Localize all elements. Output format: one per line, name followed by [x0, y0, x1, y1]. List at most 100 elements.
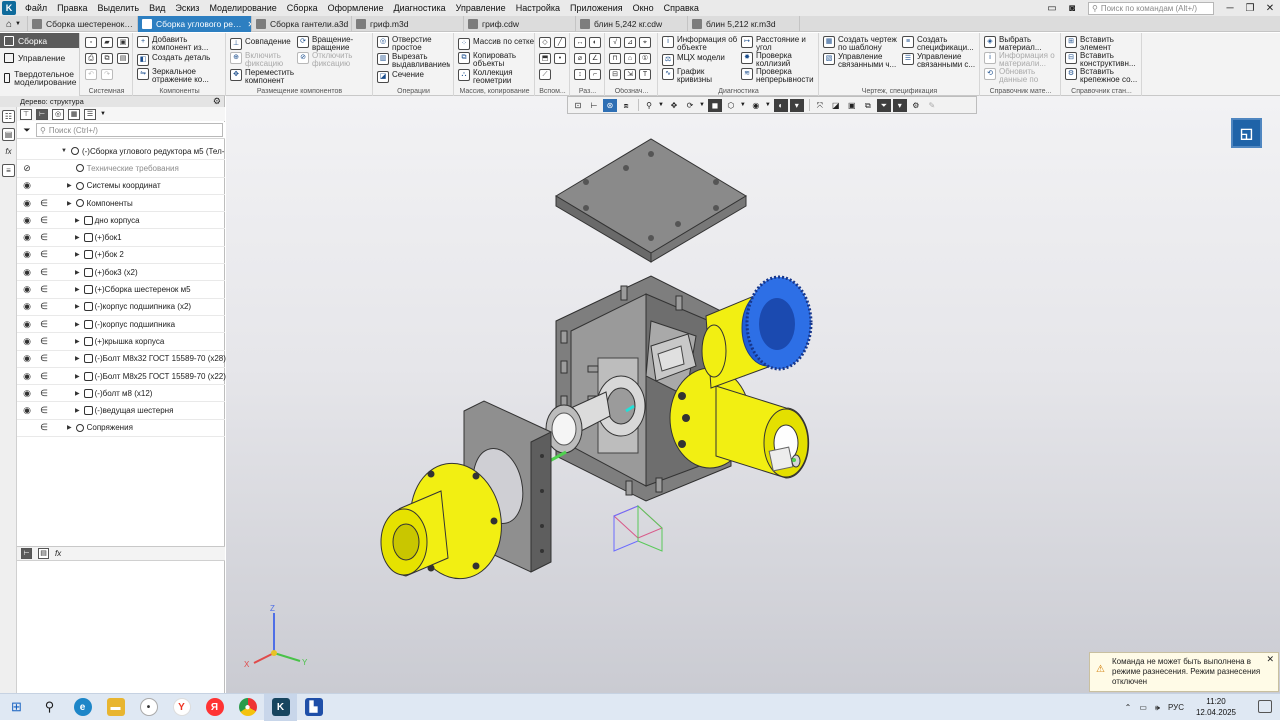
chevron-right-icon[interactable]: ▶	[75, 269, 80, 276]
search-button[interactable]: ⚲	[33, 694, 66, 721]
tab-document[interactable]: Сборка гантели.a3d	[252, 16, 352, 32]
command-search-input[interactable]: ⚲ Поиск по командам (Alt+/)	[1088, 1, 1214, 15]
nav-solid-modeling[interactable]: Твердотельное моделирование	[0, 67, 79, 89]
menu-modeling[interactable]: Моделирование	[204, 3, 281, 13]
axis-icon[interactable]: ╱	[554, 37, 566, 48]
notifications-icon[interactable]	[1258, 700, 1272, 713]
eye-icon[interactable]: ◉	[22, 319, 32, 330]
arrow-view-icon[interactable]: ⇲	[624, 69, 636, 80]
tree-row[interactable]: ◉ ∈ ▶ (-)корпус подшипника	[17, 316, 225, 334]
tree-search-input[interactable]: ⚲ Поиск (Ctrl+/)	[36, 123, 223, 137]
eye-icon[interactable]: ◉	[22, 388, 32, 399]
menu-icon[interactable]: ≡	[2, 164, 15, 177]
disable-fix-button[interactable]: ⊘ Отключить фиксацию	[297, 52, 371, 68]
include-icon[interactable]: ∈	[39, 249, 49, 260]
tab-document[interactable]: гриф.m3d	[352, 16, 464, 32]
tab-document[interactable]: блин 5,212 кг.m3d	[688, 16, 800, 32]
taskbar-edge[interactable]: e	[66, 694, 99, 721]
menu-control[interactable]: Управление	[451, 3, 511, 13]
include-icon[interactable]: ∈	[39, 336, 49, 347]
chevron-down-icon[interactable]: ▼	[61, 148, 67, 154]
print-icon[interactable]: ⎙	[85, 53, 97, 64]
plane-icon[interactable]: ◇	[539, 37, 551, 48]
text-icon[interactable]: T	[639, 69, 651, 80]
tree-row[interactable]: ◉ ▶ Системы координат	[17, 178, 225, 195]
tree-row[interactable]: ◉ ∈ ▶ (+)Сборка шестеренок м5	[17, 281, 225, 299]
chevron-right-icon[interactable]: ▶	[67, 182, 72, 189]
tree-row[interactable]: ◉ ∈ ▶ (+)бок1	[17, 229, 225, 247]
tree-row[interactable]: ◉ ∈ ▶ (-)ведущая шестерня	[17, 402, 225, 420]
weld-icon[interactable]: ⊓	[609, 53, 621, 64]
eye-icon[interactable]: ◉	[22, 249, 32, 260]
taskbar-chrome[interactable]: ●	[231, 694, 264, 721]
roughness-icon[interactable]: √	[609, 37, 621, 48]
eye-icon[interactable]: ◉	[22, 371, 32, 382]
tab-document-active[interactable]: Сборка углового ре…✕	[138, 16, 252, 32]
chevron-right-icon[interactable]: ▶	[67, 200, 72, 207]
position-icon[interactable]: ①	[639, 53, 651, 64]
move-component-button[interactable]: ✥ Переместить компонент	[230, 69, 296, 85]
volume-icon[interactable]: 🕪	[1155, 703, 1160, 713]
material-info-button[interactable]: i Информация о материали...	[984, 52, 1060, 68]
coincidence-button[interactable]: ⊥ Совпадение	[230, 38, 291, 50]
menu-diagnostics[interactable]: Диагностика	[388, 3, 450, 13]
chevron-right-icon[interactable]: ▶	[75, 407, 80, 414]
include-icon[interactable]: ∈	[39, 198, 49, 209]
nav-assembly[interactable]: Сборка	[0, 33, 79, 48]
open-folder-icon[interactable]: ▰	[101, 37, 113, 48]
close-icon[interactable]: ✕	[1266, 654, 1274, 664]
tree-row[interactable]: ◉ ∈ ▶ (+)бок 2	[17, 247, 225, 265]
check-continuity-button[interactable]: ≋ Проверка непрерывности	[741, 68, 819, 84]
new-file-icon[interactable]: ▫	[85, 37, 97, 48]
menu-applications[interactable]: Приложения	[565, 3, 628, 13]
create-spec-button[interactable]: ≡ Создать спецификаци...	[902, 36, 980, 52]
tree-row[interactable]: ⊘ ▶Технические требования	[17, 160, 225, 178]
manage-linked-drawings-button[interactable]: ▧ Управление связанными ч...	[823, 53, 903, 69]
menu-window[interactable]: Окно	[628, 3, 659, 13]
3d-viewport[interactable]: ⊡ ⊢ ⊛ ⧈ ⚲ ▼ ✥ ⟳ ▼ ◼ ⬡ ▼ ◉ ▼ ◐ ▾ ⤧ ◪ ▣ ⧉ …	[226, 96, 1280, 693]
include-icon[interactable]: ∈	[39, 353, 49, 364]
close-tab-icon[interactable]: ✕	[242, 20, 251, 29]
exploded-assembly-model[interactable]	[226, 96, 1280, 693]
nav-control[interactable]: Управление	[0, 50, 79, 65]
language-indicator[interactable]: РУС	[1168, 703, 1184, 712]
chevron-right-icon[interactable]: ▶	[75, 217, 80, 224]
dimension-icon[interactable]: ↔	[574, 37, 586, 48]
tree-row[interactable]: ◉ ∈ ▶ дно корпуса	[17, 212, 225, 230]
tree-row[interactable]: ◉ ∈ ▶ (-)Болт М8х32 ГОСТ 15589-70 (x28)	[17, 351, 226, 368]
include-icon[interactable]: ∈	[39, 284, 49, 295]
eye-icon[interactable]: ◉	[22, 215, 32, 226]
include-icon[interactable]: ∈	[39, 371, 49, 382]
menu-view[interactable]: Вид	[144, 3, 170, 13]
variables-icon[interactable]: fx	[55, 549, 61, 558]
menu-assembly[interactable]: Сборка	[282, 3, 323, 13]
chevron-right-icon[interactable]: ▶	[75, 251, 80, 258]
taskbar-explorer[interactable]: ▬	[99, 694, 132, 721]
gear-icon[interactable]: ⚙	[213, 96, 221, 107]
chevron-down-icon[interactable]: ▼	[100, 111, 106, 117]
tab-document[interactable]: Сборка шестеренок…	[28, 16, 138, 32]
menu-file[interactable]: Файл	[20, 3, 52, 13]
eye-icon[interactable]: ◉	[22, 405, 32, 416]
home-tab[interactable]: ⌂ ▼	[0, 16, 28, 32]
curvature-graph-button[interactable]: ∿ График кривизны	[662, 68, 740, 84]
add-component-button[interactable]: + Добавить компонент из...	[137, 36, 225, 52]
taskbar-kompas[interactable]: K	[264, 693, 297, 721]
offset-plane-icon[interactable]: ⬒	[539, 53, 551, 64]
menu-design[interactable]: Оформление	[323, 3, 389, 13]
eye-icon[interactable]: ◉	[22, 353, 32, 364]
geometry-collection-button[interactable]: ⛬ Коллекция геометрии	[458, 69, 534, 85]
include-icon[interactable]: ∈	[39, 301, 49, 312]
create-drawing-button[interactable]: ▦ Создать чертеж по шаблону	[823, 36, 903, 52]
menu-sketch[interactable]: Эскиз	[170, 3, 204, 13]
menu-help[interactable]: Справка	[659, 3, 704, 13]
create-part-button[interactable]: ◧ Создать деталь	[137, 54, 210, 66]
taskbar-yandex-browser[interactable]: Y	[165, 694, 198, 721]
section-button[interactable]: ◪ Сечение	[377, 71, 424, 83]
tab-document[interactable]: гриф.cdw	[464, 16, 576, 32]
check-collisions-button[interactable]: ✸ Проверка коллизий	[741, 52, 819, 68]
tree-row[interactable]: ◉ ∈ ▶ Компоненты	[17, 195, 225, 213]
include-icon[interactable]: ∈	[39, 232, 49, 243]
tree-view-icon[interactable]: ⊢	[21, 548, 32, 559]
eye-icon[interactable]: ◉	[22, 232, 32, 243]
